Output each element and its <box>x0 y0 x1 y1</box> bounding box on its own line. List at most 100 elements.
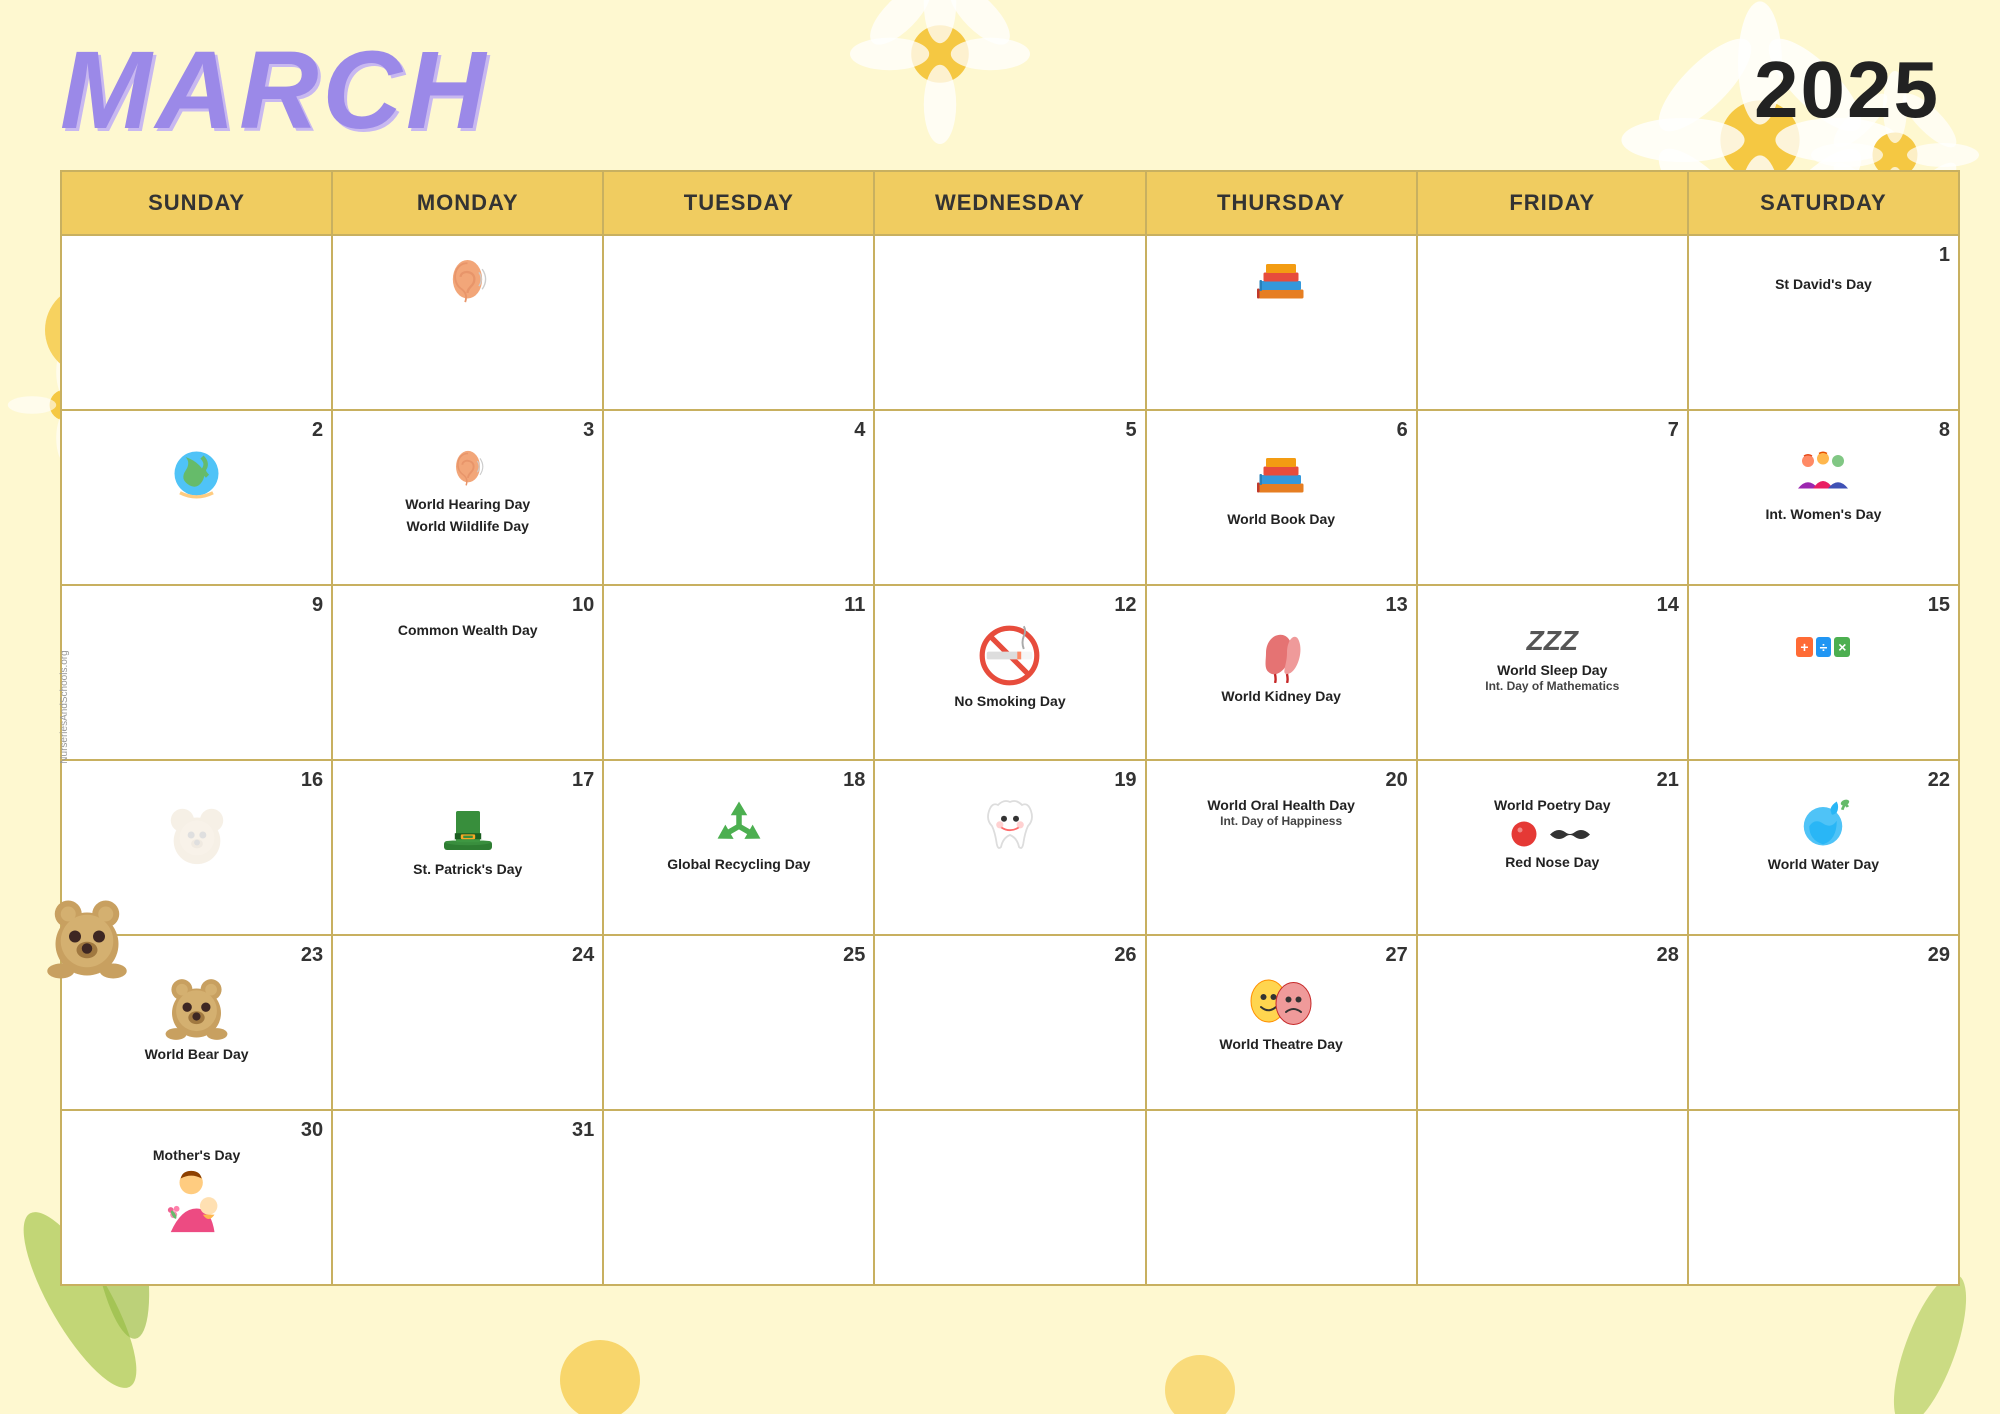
day-cell-17: 17 St. Patrick's Day <box>332 760 603 935</box>
watermark: NurseriesAndSchools.org <box>59 650 70 763</box>
day-number-8: 8 <box>1697 419 1950 442</box>
day-cell-29: 29 <box>1688 935 1959 1110</box>
math-icon-multiply: × <box>1834 637 1850 657</box>
math-icon-plus: + <box>1796 637 1812 657</box>
day-cell-7: 7 <box>1417 410 1688 585</box>
day-number-22: 22 <box>1697 769 1950 792</box>
math-icons: + ÷ × <box>1697 637 1950 657</box>
event-world-poetry-day: World Poetry Day <box>1426 796 1679 814</box>
day-cell-empty-5 <box>1688 1110 1959 1285</box>
day-cell-20: 20 World Oral Health Day Int. Day of Hap… <box>1146 760 1417 935</box>
day-cell-empty-4 <box>1417 1110 1688 1285</box>
event-global-recycling-day: Global Recycling Day <box>612 855 865 873</box>
day-cell-empty-1 <box>603 1110 874 1285</box>
day-cell <box>332 235 603 410</box>
day-cell-empty-3 <box>1146 1110 1417 1285</box>
day-cell-3: 3 World Hearing Day World Wildlife Day <box>332 410 603 585</box>
day-number-3: 3 <box>341 419 594 442</box>
day-number-5: 5 <box>883 419 1136 442</box>
day-cell-25: 25 <box>603 935 874 1110</box>
day-cell-30: 30 Mother's Day <box>61 1110 332 1285</box>
event-world-kidney-day: World Kidney Day <box>1155 687 1408 705</box>
day-cell-2: 2 <box>61 410 332 585</box>
event-red-nose-day: Red Nose Day <box>1426 853 1679 871</box>
event-world-wildlife-day: World Wildlife Day <box>341 517 594 535</box>
month-title: MARCH <box>60 27 489 154</box>
day-cell-16: 16 <box>61 760 332 935</box>
day-number-10: 10 <box>341 594 594 617</box>
event-world-oral-health-day: World Oral Health Day <box>1155 796 1408 814</box>
year-title: 2025 <box>1754 44 1940 136</box>
day-cell-31: 31 <box>332 1110 603 1285</box>
day-cell <box>1417 235 1688 410</box>
header-friday: FRIDAY <box>1417 171 1688 235</box>
day-cell <box>874 235 1145 410</box>
day-cell-19: 19 <box>874 760 1145 935</box>
day-number-29: 29 <box>1697 944 1950 967</box>
day-cell-12: 12 No Smoking Day <box>874 585 1145 760</box>
event-world-book-day: World Book Day <box>1155 510 1408 528</box>
day-cell-21: 21 World Poetry Day Red Nose Day <box>1417 760 1688 935</box>
day-cell-11: 11 <box>603 585 874 760</box>
day-number-25: 25 <box>612 944 865 967</box>
day-number-15: 15 <box>1697 594 1950 617</box>
week-row-3: 9 10 Common Wealth Day 11 12 <box>61 585 1959 760</box>
day-cell-23: 23 <box>61 935 332 1110</box>
day-number-20: 20 <box>1155 769 1408 792</box>
day-cell-18: 18 Global Recycling Day <box>603 760 874 935</box>
day-number-24: 24 <box>341 944 594 967</box>
calendar-header: MARCH 2025 <box>0 0 2000 160</box>
day-cell-8: 8 Int. Women's Day <box>1688 410 1959 585</box>
calendar-table: SUNDAY MONDAY TUESDAY WEDNESDAY THURSDAY… <box>60 170 1960 1286</box>
header-sunday: SUNDAY <box>61 171 332 235</box>
day-number-14: 14 <box>1426 594 1679 617</box>
day-number-23: 23 <box>70 944 323 967</box>
day-number-21: 21 <box>1426 769 1679 792</box>
day-cell-6: 6 World Book Day <box>1146 410 1417 585</box>
day-number-4: 4 <box>612 419 865 442</box>
day-number-19: 19 <box>883 769 1136 792</box>
day-cell-22: 22 World Water Day <box>1688 760 1959 935</box>
day-cell-24: 24 <box>332 935 603 1110</box>
day-cell-10: 10 Common Wealth Day <box>332 585 603 760</box>
event-world-sleep-day: World Sleep Day <box>1426 661 1679 679</box>
event-st-davids-day: St David's Day <box>1775 275 1872 293</box>
day-number-7: 7 <box>1426 419 1679 442</box>
day-number-18: 18 <box>612 769 865 792</box>
header-tuesday: TUESDAY <box>603 171 874 235</box>
event-int-womens-day: Int. Women's Day <box>1697 505 1950 523</box>
day-cell-15: 15 + ÷ × <box>1688 585 1959 760</box>
day-number-9: 9 <box>70 594 323 617</box>
day-cell-26: 26 <box>874 935 1145 1110</box>
day-number-16: 16 <box>70 769 323 792</box>
day-number-31: 31 <box>341 1119 594 1142</box>
day-number-6: 6 <box>1155 419 1408 442</box>
header-saturday: SATURDAY <box>1688 171 1959 235</box>
day-1-content: St David's Day <box>1697 271 1950 293</box>
week-row-4: 16 17 <box>61 760 1959 935</box>
day-cell <box>61 235 332 410</box>
week-row-6: 30 Mother's Day <box>61 1110 1959 1285</box>
event-int-day-mathematics: Int. Day of Mathematics <box>1426 679 1679 693</box>
event-world-water-day: World Water Day <box>1697 855 1950 873</box>
day-cell-9: 9 <box>61 585 332 760</box>
event-world-theatre-day: World Theatre Day <box>1155 1035 1408 1053</box>
day-cell-13: 13 World Kidney Day <box>1146 585 1417 760</box>
day-cell-14: 14 ZZZ World Sleep Day Int. Day of Mathe… <box>1417 585 1688 760</box>
day-number-11: 11 <box>612 594 865 617</box>
week-row-5: 23 <box>61 935 1959 1110</box>
day-cell <box>1146 235 1417 410</box>
day-cell <box>603 235 874 410</box>
day-number-28: 28 <box>1426 944 1679 967</box>
day-cell-saturday: 1 St David's Day <box>1688 235 1959 410</box>
event-no-smoking-day: No Smoking Day <box>883 692 1136 710</box>
event-world-hearing-day: World Hearing Day <box>341 495 594 513</box>
day-number-1: 1 <box>1697 244 1950 267</box>
event-st-patricks-day: St. Patrick's Day <box>341 860 594 878</box>
header-monday: MONDAY <box>332 171 603 235</box>
header-thursday: THURSDAY <box>1146 171 1417 235</box>
day-number-2: 2 <box>70 419 323 442</box>
day-number-27: 27 <box>1155 944 1408 967</box>
math-icon-divide: ÷ <box>1816 637 1832 657</box>
weekday-header-row: SUNDAY MONDAY TUESDAY WEDNESDAY THURSDAY… <box>61 171 1959 235</box>
